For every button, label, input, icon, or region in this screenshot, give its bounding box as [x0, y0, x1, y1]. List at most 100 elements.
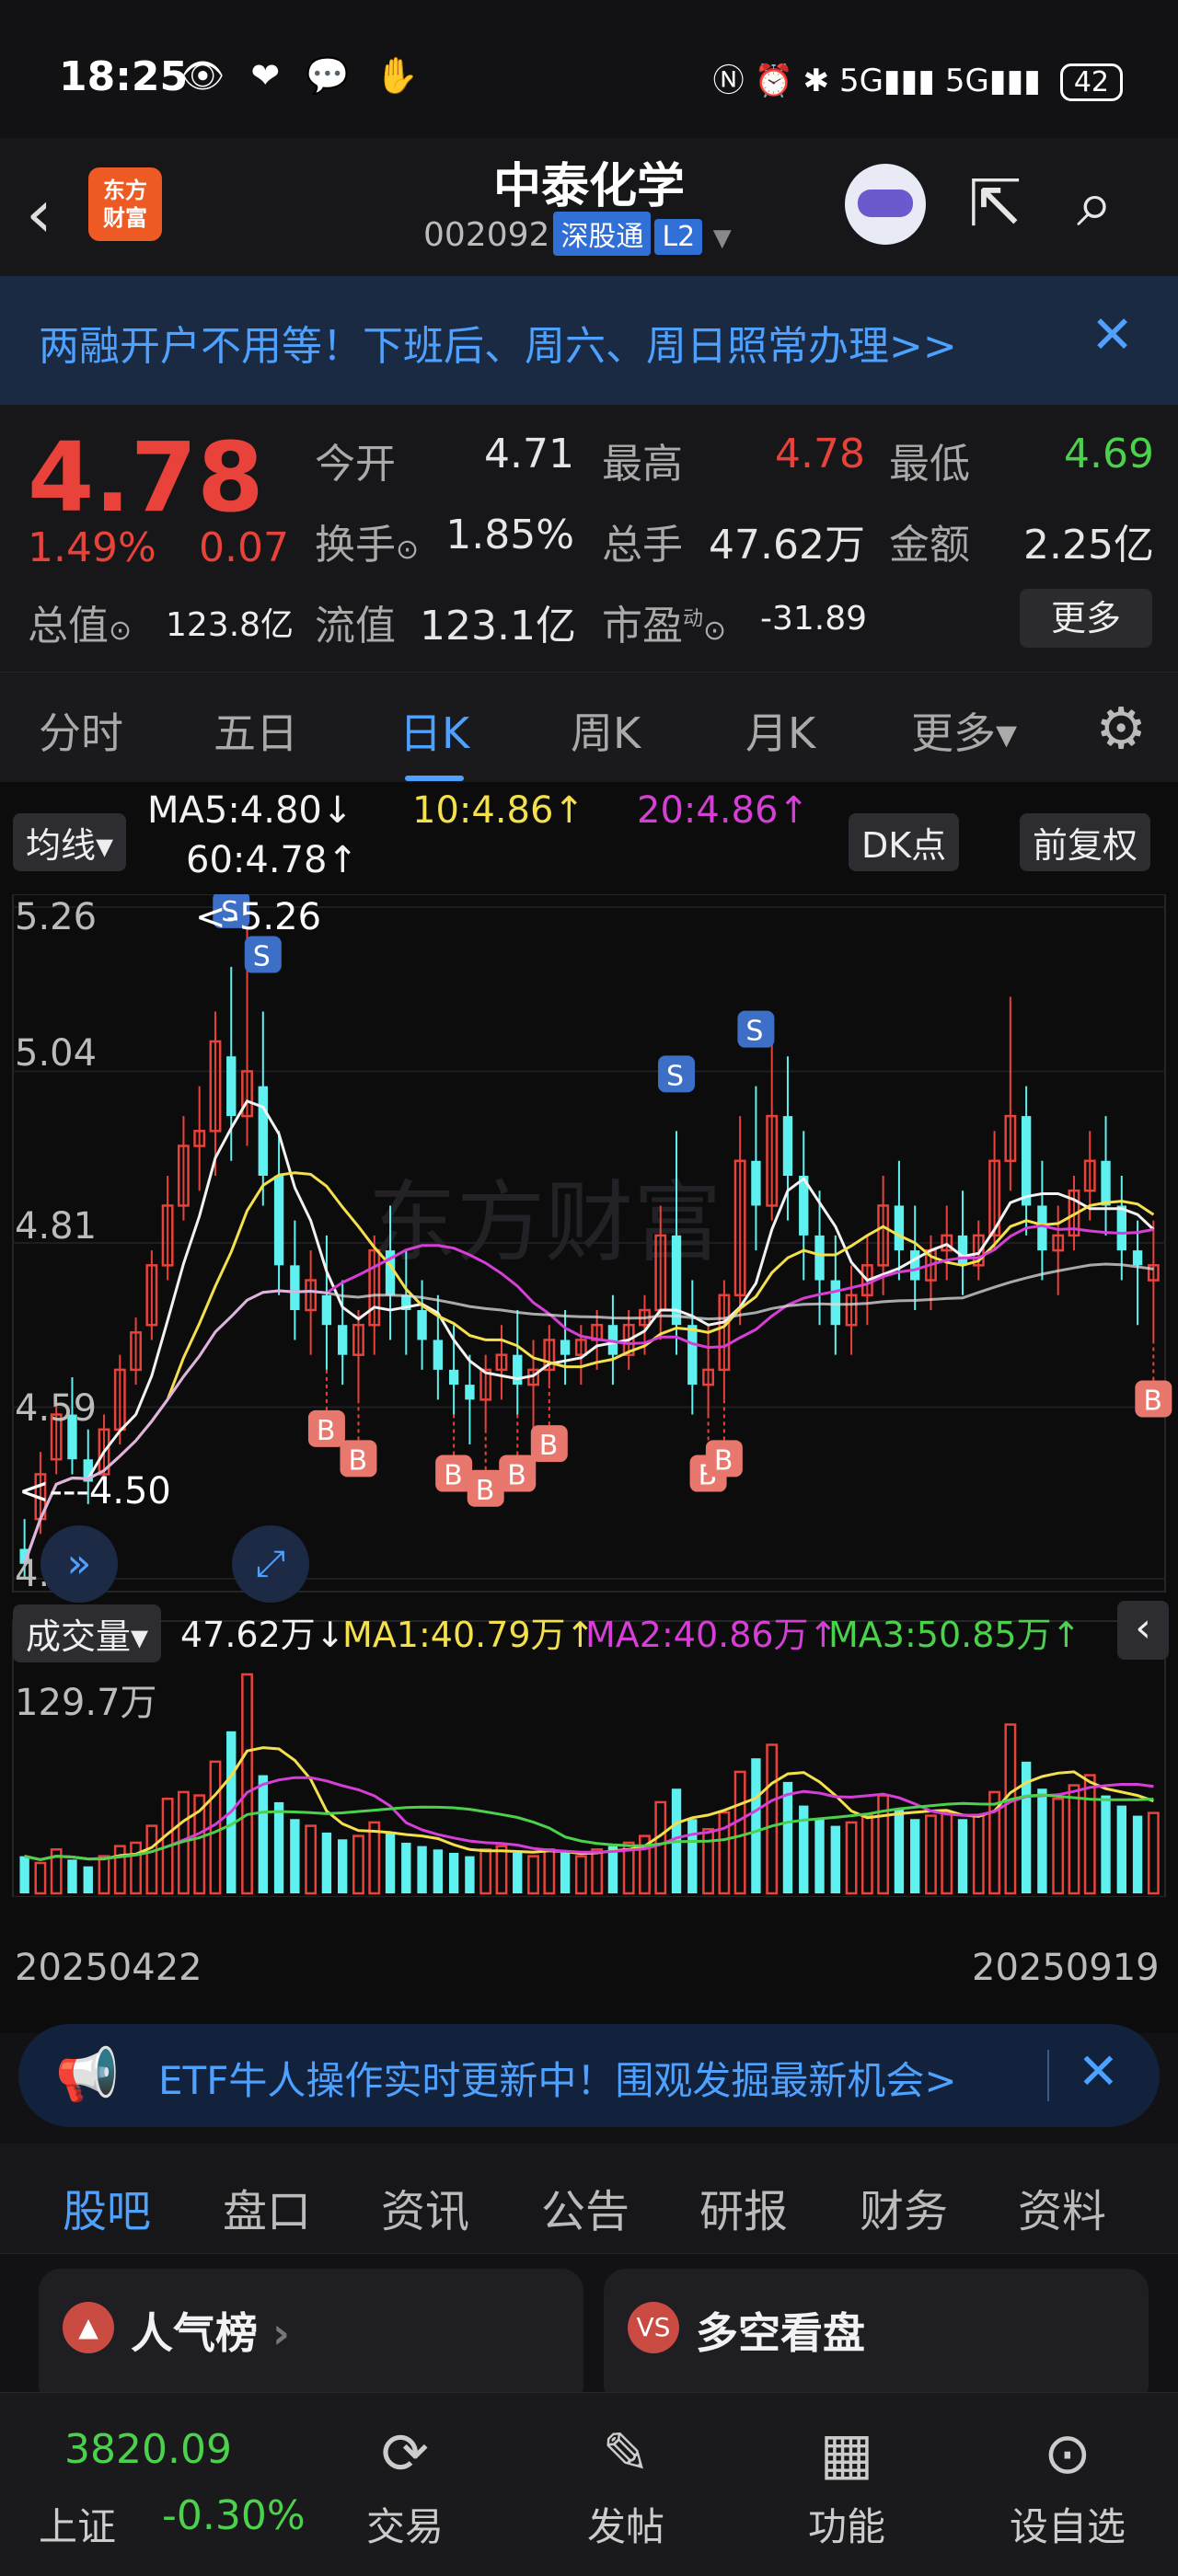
volume-legend: 47.62万↓ [180, 1615, 345, 1655]
low-value: 4.69 [1064, 431, 1154, 477]
tab-more[interactable]: 更多▾ [911, 700, 1017, 761]
tab-daily-k[interactable]: 日K [399, 700, 469, 781]
assistant-robot-icon[interactable] [845, 164, 926, 245]
margin-banner[interactable]: 两融开户不用等！下班后、周六、周日照常办理>> ✕ [0, 276, 1178, 405]
fullscreen-icon[interactable]: ⤢ [232, 1525, 309, 1603]
signal-icon: 5G▮▮▮ [838, 63, 936, 99]
candle-body [226, 1056, 237, 1117]
sell-marker-label: S [253, 941, 271, 973]
candle-body [814, 1235, 825, 1281]
collapse-panel-icon[interactable]: ‹ [1117, 1601, 1169, 1660]
tab-forum[interactable]: 股吧 [63, 2175, 151, 2261]
last-price: 4.78 [28, 421, 264, 534]
candle-body [1101, 1160, 1111, 1206]
kline-svg[interactable]: 东方财富 SSSSBB B B BBBBB [0, 894, 1178, 1897]
volume-bar [321, 1832, 332, 1893]
functions-button[interactable]: ▦ 功能 [773, 2417, 920, 2552]
share-icon[interactable]: ⇱ [968, 166, 1022, 241]
change-percent: 1.49% [28, 524, 156, 571]
tab-announcements[interactable]: 公告 [541, 2175, 629, 2239]
volume-bar [273, 1801, 284, 1893]
status-time: 18:25 [59, 53, 189, 100]
volume-bar [352, 1834, 364, 1895]
index-value[interactable]: 3820.09 [64, 2426, 232, 2473]
volume-bar [591, 1848, 604, 1895]
index-percent[interactable]: -0.30% [162, 2492, 306, 2539]
buy-marker-label: B [444, 1460, 463, 1492]
tab-finance[interactable]: 财务 [860, 2175, 948, 2239]
volume-bar [98, 1855, 110, 1895]
volume-bar [687, 1819, 698, 1893]
candle-body [751, 1160, 761, 1206]
volume-bar [1101, 1795, 1111, 1893]
volume-bar [925, 1814, 937, 1895]
ad-divider [1047, 2050, 1049, 2101]
add-watchlist-button[interactable]: ⊙ 设自选 [994, 2417, 1141, 2552]
tab-orderbook[interactable]: 盘口 [223, 2175, 311, 2239]
search-icon[interactable]: ⌕ [1077, 166, 1113, 242]
tab-news[interactable]: 资讯 [381, 2175, 469, 2239]
candle-body [273, 1176, 284, 1266]
volume-bar [766, 1743, 779, 1895]
buy-marker-label: B [348, 1444, 367, 1477]
volume-bar [607, 1846, 618, 1893]
dropdown-icon: ▼ [712, 224, 732, 252]
index-name[interactable]: 上证 [39, 2496, 116, 2552]
candle-body [1021, 1116, 1032, 1206]
status-app-icons: 👁 ❤ 💬 ✋ [180, 55, 426, 96]
volume-bar [782, 1781, 793, 1893]
close-icon[interactable]: ✕ [1078, 2042, 1119, 2100]
more-button[interactable]: 更多 [1020, 589, 1152, 648]
buy-marker-label: B [507, 1460, 526, 1492]
y-tick-1: 5.04 [15, 1032, 98, 1075]
battery-icon: 42 [1059, 63, 1123, 101]
popularity-title: 人气榜 › [131, 2308, 290, 2358]
ma10-legend: 10:4.86↑ [412, 789, 584, 832]
close-icon[interactable]: ✕ [1091, 305, 1134, 365]
long-short-title: 多空看盘 [696, 2308, 865, 2358]
popularity-card[interactable]: ▲ 人气榜 › [39, 2269, 583, 2407]
banner-text[interactable]: 两融开户不用等！下班后、周六、周日照常办理>> [39, 313, 957, 372]
candle-body [465, 1385, 475, 1400]
ad-text[interactable]: ETF牛人操作实时更新中！围观发掘最新机会> [158, 2050, 957, 2106]
speaker-icon: 📢 [55, 2045, 120, 2105]
adjust-button[interactable]: 前复权 [1020, 813, 1151, 871]
volume-max-label: 129.7万 [15, 1682, 157, 1724]
etf-ad-strip[interactable]: 📢 ETF牛人操作实时更新中！围观发掘最新机会> ✕ [18, 2024, 1160, 2127]
feature-cards: ▲ 人气榜 › VS 多空看盘 [0, 2254, 1178, 2407]
vol-ma2-legend: MA2:40.86万↑ [585, 1615, 838, 1655]
tab-monthly-k[interactable]: 月K [745, 700, 815, 761]
min-marker: <---4.50 [18, 1470, 171, 1512]
volume-bar [702, 1828, 715, 1895]
volume-bar [433, 1849, 444, 1893]
end-date: 20250919 [972, 1947, 1160, 1989]
volume-bar [654, 1800, 667, 1895]
gear-icon[interactable]: ⚙ [1095, 695, 1147, 762]
turnover-value: 1.85% [445, 512, 574, 558]
ma60-legend: 60:4.78↑ [186, 839, 358, 881]
info-tabs: 股吧 盘口 资讯 公告 研报 财务 资料 [0, 2144, 1178, 2261]
dk-point-button[interactable]: DK点 [849, 813, 960, 871]
kline-chart-area[interactable]: 均线▾ MA5:4.80↓ 10:4.86↑ 20:4.86↑ 60:4.78↑… [0, 782, 1178, 2033]
long-short-card[interactable]: VS 多空看盘 [604, 2269, 1149, 2407]
tab-weekly-k[interactable]: 周K [571, 700, 641, 761]
volume-label: 总手 [602, 522, 683, 569]
tab-research[interactable]: 研报 [699, 2175, 788, 2239]
volume-bar [1052, 1797, 1065, 1895]
volume-selector[interactable]: 成交量▾ [13, 1604, 162, 1662]
ma-selector[interactable]: 均线▾ [13, 813, 127, 871]
bluetooth-icon: ✱ [803, 63, 830, 99]
tab-intraday[interactable]: 分时 [39, 700, 123, 761]
stock-code-row[interactable]: 002092 深股通 L2 ▼ [423, 212, 732, 256]
edit-icon: ✎ [602, 2420, 650, 2487]
expand-left-icon[interactable]: » [40, 1525, 118, 1603]
volume-bar [957, 1819, 968, 1893]
float-value: 123.1亿 [420, 603, 576, 650]
volume-bar [910, 1819, 920, 1893]
y-tick-2: 4.81 [15, 1205, 98, 1248]
post-button[interactable]: ✎ 发帖 [552, 2417, 699, 2552]
tab-profile[interactable]: 资料 [1018, 2175, 1106, 2239]
status-bar: 18:25 👁 ❤ 💬 ✋ Ⓝ ⏰ ✱ 5G▮▮▮ 5G▮▮▮ 42 [0, 0, 1178, 156]
tab-five-day[interactable]: 五日 [214, 700, 298, 761]
trade-button[interactable]: ⟳ 交易 [331, 2417, 479, 2552]
